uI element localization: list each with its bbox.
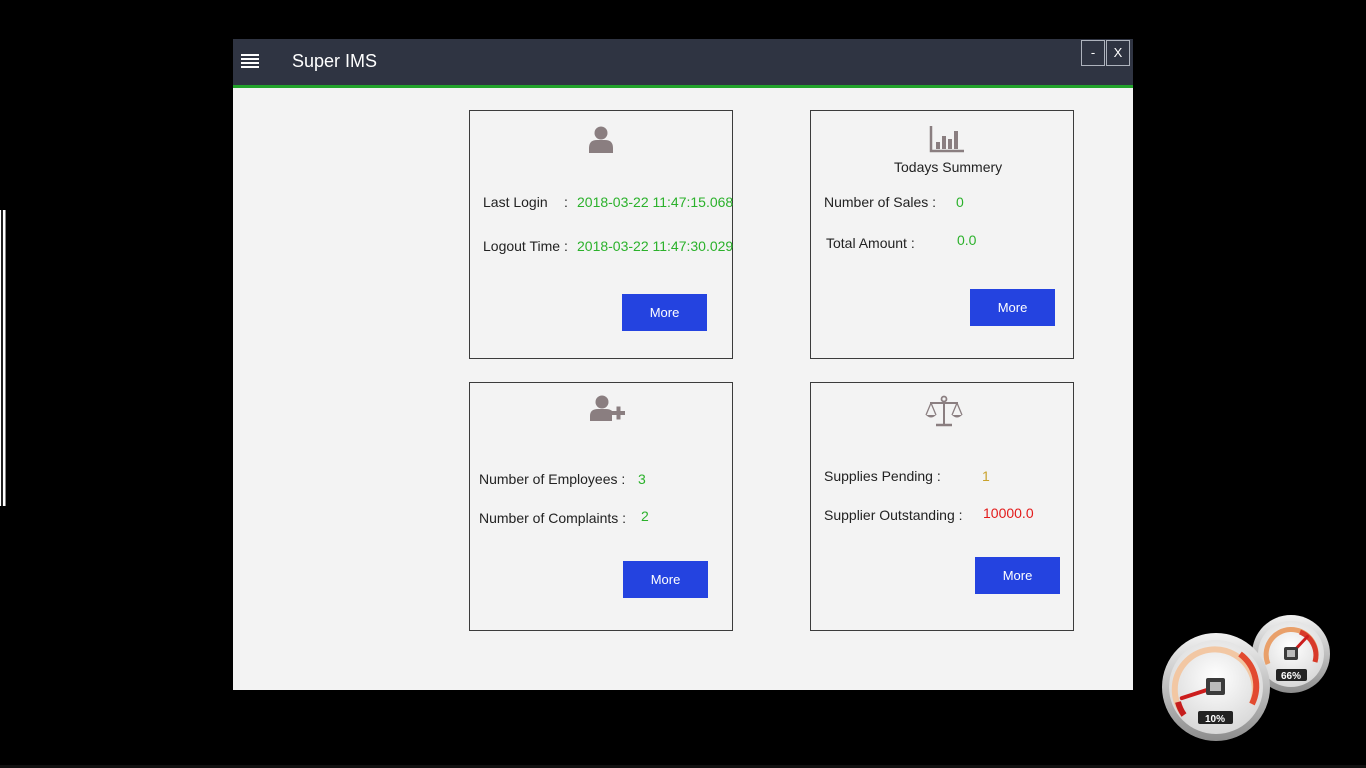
cpu-meter-gadget[interactable]: 66% 10%: [1160, 612, 1335, 742]
total-amount-value: 0.0: [957, 232, 977, 248]
app-window: Super IMS - X Last Login : 2018-03-22 11…: [233, 39, 1133, 690]
employee-card: Number of Employees : 3 Number of Compla…: [469, 382, 733, 631]
summary-title: Todays Summery: [894, 159, 1003, 175]
supplier-outstanding-label: Supplier Outstanding :: [824, 507, 963, 523]
last-login-label: Last Login: [483, 194, 548, 210]
title-bar: Super IMS - X: [233, 39, 1133, 88]
supplier-more-button[interactable]: More: [975, 557, 1060, 594]
todays-summary-card: Todays Summery Number of Sales : 0 Total…: [810, 110, 1074, 359]
last-login-separator: :: [564, 194, 568, 210]
employees-value: 3: [638, 471, 646, 487]
close-button[interactable]: X: [1106, 40, 1130, 66]
menu-icon[interactable]: [241, 54, 259, 68]
complaints-label: Number of Complaints :: [479, 510, 627, 526]
balance-scale-icon: [925, 395, 963, 427]
sales-label: Number of Sales :: [824, 194, 937, 210]
cpu-percent: 10%: [1205, 714, 1225, 725]
logout-time-label: Logout Time :: [483, 238, 568, 254]
supplier-card: Supplies Pending : 1 Supplier Outstandin…: [810, 382, 1074, 631]
login-more-button[interactable]: More: [622, 294, 707, 331]
gauge-graphic: 66% 10%: [1162, 615, 1330, 741]
supplier-outstanding-value: 10000.0: [983, 505, 1034, 521]
employee-more-button[interactable]: More: [623, 561, 708, 598]
background-window-edge: [0, 210, 6, 506]
user-add-icon: [590, 395, 625, 421]
sales-value: 0: [956, 194, 964, 210]
memory-percent: 66%: [1281, 671, 1301, 682]
minimize-button[interactable]: -: [1081, 40, 1105, 66]
supplies-pending-value: 1: [982, 468, 990, 484]
last-login-value: 2018-03-22 11:47:15.068: [577, 194, 734, 210]
complaints-value: 2: [641, 508, 649, 524]
supplies-pending-label: Supplies Pending :: [824, 468, 941, 484]
login-card: Last Login : 2018-03-22 11:47:15.068 Log…: [469, 110, 733, 359]
logout-time-value: 2018-03-22 11:47:30.029: [577, 238, 734, 254]
bar-chart-icon: [929, 126, 964, 153]
total-amount-label: Total Amount :: [826, 235, 915, 251]
app-title: Super IMS: [292, 51, 378, 71]
summary-more-button[interactable]: More: [970, 289, 1055, 326]
user-icon: [589, 126, 613, 153]
employees-label: Number of Employees :: [479, 471, 626, 487]
